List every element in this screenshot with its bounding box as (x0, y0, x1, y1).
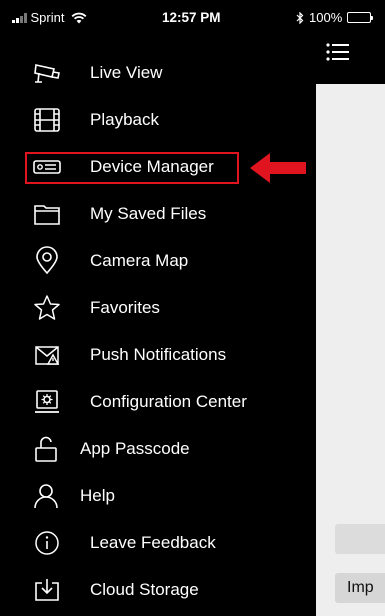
menu-item-configuration-center[interactable]: Configuration Center (0, 379, 316, 425)
menu-item-label: Configuration Center (90, 392, 247, 411)
folder-icon (32, 199, 62, 229)
wifi-icon (72, 12, 87, 23)
action-button[interactable] (335, 524, 385, 554)
status-right: 100% (296, 10, 374, 25)
battery-percent: 100% (309, 10, 343, 25)
info-icon (32, 528, 62, 558)
film-strip-icon (32, 105, 62, 135)
menu-item-label: Help (80, 486, 115, 505)
battery-icon (347, 12, 374, 23)
side-drawer: Live View Playback Device Manager My Sav… (0, 34, 316, 616)
menu-item-label: Cloud Storage (90, 580, 199, 599)
unlock-icon (32, 434, 62, 464)
main-content: Imp (316, 34, 385, 616)
menu-item-label: Playback (90, 110, 159, 129)
main-header (316, 34, 385, 84)
menu-item-live-view[interactable]: Live View (0, 50, 316, 96)
status-time: 12:57 PM (162, 10, 221, 25)
menu-item-label: Push Notifications (90, 345, 227, 364)
cctv-camera-icon (32, 58, 62, 88)
menu-item-cloud-storage[interactable]: Cloud Storage (0, 567, 316, 613)
menu-toggle-icon[interactable] (326, 42, 350, 62)
menu-item-leave-feedback[interactable]: Leave Feedback (0, 520, 316, 566)
signal-strength-icon (12, 12, 27, 23)
menu-item-favorites[interactable]: Favorites (0, 285, 316, 331)
highlight-box (25, 152, 239, 184)
menu-item-label: Camera Map (90, 251, 189, 270)
menu-item-help[interactable]: Help (0, 473, 316, 519)
bluetooth-icon (296, 11, 304, 24)
menu-item-label: App Passcode (80, 439, 190, 458)
menu-item-camera-map[interactable]: Camera Map (0, 238, 316, 284)
alert-envelope-icon (32, 340, 62, 370)
menu-item-app-passcode[interactable]: App Passcode (0, 426, 316, 472)
carrier-name: Sprint (30, 10, 65, 25)
status-bar: Sprint 12:57 PM 100% (0, 0, 385, 34)
menu-item-label: Leave Feedback (90, 533, 216, 552)
status-left: Sprint (12, 10, 87, 25)
star-icon (32, 293, 62, 323)
download-tray-icon (32, 575, 62, 605)
menu-item-push-notifications[interactable]: Push Notifications (0, 332, 316, 378)
monitor-gear-icon (32, 387, 62, 417)
red-arrow-icon (250, 153, 306, 183)
person-icon (32, 481, 62, 511)
import-button[interactable]: Imp (335, 573, 385, 603)
menu-item-label: Live View (90, 63, 163, 82)
map-pin-icon (32, 246, 62, 276)
menu-item-label: My Saved Files (90, 204, 207, 223)
menu-item-my-saved-files[interactable]: My Saved Files (0, 191, 316, 237)
menu-item-label: Favorites (90, 298, 160, 317)
menu-item-playback[interactable]: Playback (0, 97, 316, 143)
